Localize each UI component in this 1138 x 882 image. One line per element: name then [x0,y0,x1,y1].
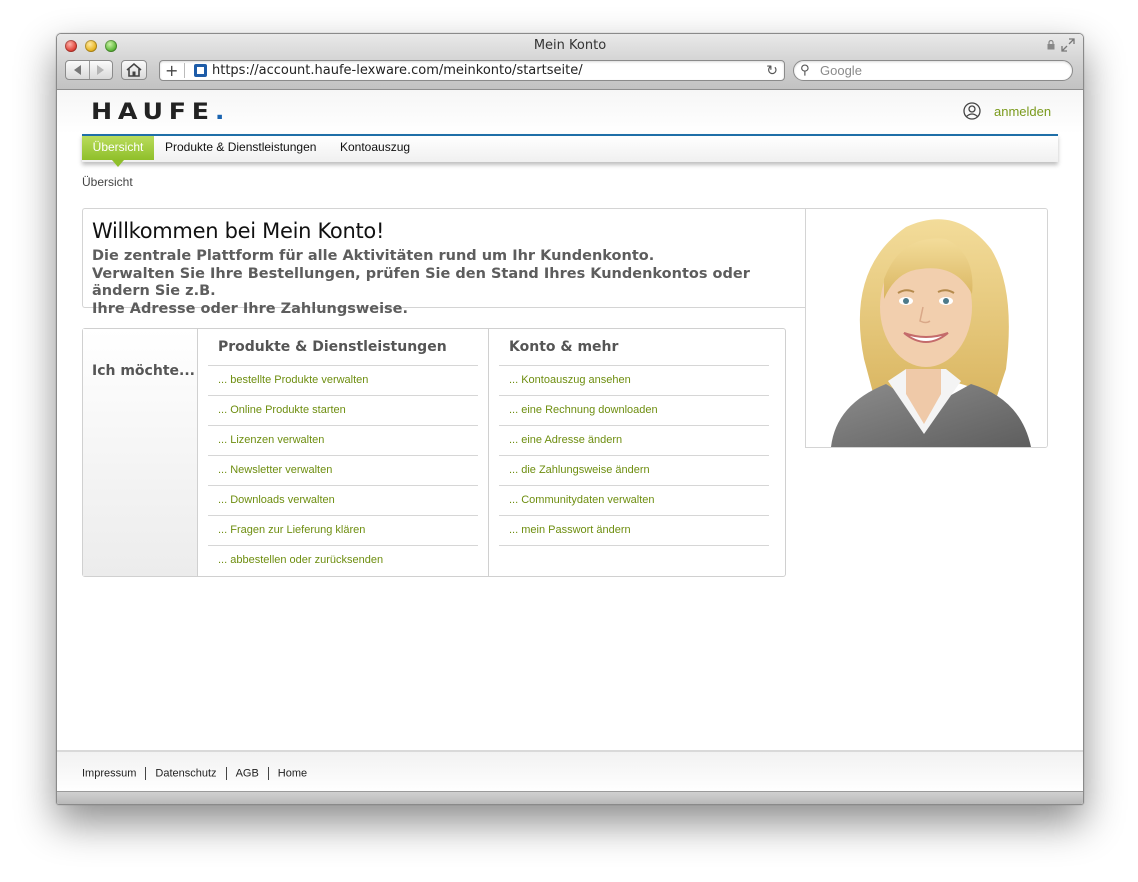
link-manage-licenses[interactable]: ... Lizenzen verwalten [218,434,324,446]
forward-arrow-icon[interactable] [97,65,104,75]
link-cancel-or-return[interactable]: ... abbestellen oder zurücksenden [218,554,383,566]
lock-icon [1047,40,1055,50]
footer-link-home[interactable]: Home [278,767,307,779]
welcome-photo [805,208,1048,448]
title-bar: Mein Konto + https://account.haufe-lexwa… [57,34,1083,90]
actions-panel: Ich möchte... Produkte & Dienstleistunge… [82,328,786,577]
link-manage-newsletter[interactable]: ... Newsletter verwalten [218,464,332,476]
list-item: ... eine Adresse ändern [499,426,769,456]
footer-link-impressum[interactable]: Impressum [82,767,136,779]
footer-link-privacy[interactable]: Datenschutz [155,767,216,779]
browser-status-bar [57,791,1083,804]
haufe-logo[interactable]: HAUFE. [91,100,230,125]
link-download-invoice[interactable]: ... eine Rechnung downloaden [509,404,658,416]
list-item: ... Downloads verwalten [208,486,478,516]
list-item: ... Lizenzen verwalten [208,426,478,456]
window-title: Mein Konto [533,38,607,53]
reload-icon[interactable]: ↻ [766,62,778,80]
list-item: ... bestellte Produkte verwalten [208,366,478,396]
back-arrow-icon[interactable] [74,65,81,75]
list-item: ... eine Rechnung downloaden [499,396,769,426]
link-start-online-products[interactable]: ... Online Produkte starten [218,404,346,416]
site-footer: Impressum Datenschutz AGB Home [57,750,1083,793]
search-icon[interactable]: ⚲ [800,62,810,80]
search-input[interactable] [820,63,1060,78]
web-page: HAUFE. anmelden Übersicht Produkte & Die… [57,90,1083,804]
list-item: ... Online Produkte starten [208,396,478,426]
actions-label: Ich möchte... [92,363,195,379]
link-change-address[interactable]: ... eine Adresse ändern [509,434,622,446]
welcome-box: Willkommen bei Mein Konto! Die zentrale … [82,208,805,317]
footer-link-terms[interactable]: AGB [236,767,259,779]
list-item: ... die Zahlungsweise ändern [499,456,769,486]
tab-overview[interactable]: Übersicht [82,136,154,167]
link-change-payment-method[interactable]: ... die Zahlungsweise ändern [509,464,650,476]
browser-window: Mein Konto + https://account.haufe-lexwa… [56,33,1084,805]
login-link[interactable]: anmelden [994,104,1051,119]
link-manage-downloads[interactable]: ... Downloads verwalten [218,494,335,506]
link-list: ... bestellte Produkte verwalten ... Onl… [208,366,478,575]
main-navigation: Übersicht Produkte & Dienstleistungen Ko… [82,134,1058,167]
link-manage-community-data[interactable]: ... Communitydaten verwalten [509,494,655,506]
user-icon [963,102,981,120]
list-item: ... Communitydaten verwalten [499,486,769,516]
back-forward-buttons [65,60,113,80]
fullscreen-icon[interactable] [1061,38,1075,52]
site-favicon-icon [194,64,207,77]
breadcrumb: Übersicht [82,175,133,189]
products-services-column: Produkte & Dienstleistungen ... bestellt… [198,329,489,576]
add-bookmark-icon[interactable]: + [165,62,178,80]
link-view-statement[interactable]: ... Kontoauszug ansehen [509,374,631,386]
list-item: ... mein Passwort ändern [499,516,769,546]
search-field[interactable]: ⚲ [793,60,1073,81]
link-change-password[interactable]: ... mein Passwort ändern [509,524,631,536]
tab-products-services[interactable]: Produkte & Dienstleistungen [165,136,316,160]
home-icon [126,62,142,77]
list-item: ... Fragen zur Lieferung klären [208,516,478,546]
list-item: ... Kontoauszug ansehen [499,366,769,396]
url-text[interactable]: https://account.haufe-lexware.com/meinko… [212,63,583,79]
link-manage-ordered-products[interactable]: ... bestellte Produkte verwalten [218,374,368,386]
woman-portrait-image [806,209,1047,447]
column-heading: Konto & mehr [509,339,619,355]
tab-account-statement[interactable]: Kontoauszug [340,136,410,160]
list-item: ... abbestellen oder zurücksenden [208,546,478,575]
welcome-title: Willkommen bei Mein Konto! [92,219,385,243]
list-item: ... Newsletter verwalten [208,456,478,486]
account-more-column: Konto & mehr ... Kontoauszug ansehen ...… [489,329,785,576]
link-list: ... Kontoauszug ansehen ... eine Rechnun… [499,366,769,546]
column-heading: Produkte & Dienstleistungen [218,339,447,355]
welcome-description: Die zentrale Plattform für alle Aktivitä… [92,248,750,317]
home-button[interactable] [121,60,147,80]
site-header: HAUFE. anmelden [57,90,1083,134]
link-delivery-questions[interactable]: ... Fragen zur Lieferung klären [218,524,365,536]
address-bar[interactable]: + https://account.haufe-lexware.com/mein… [159,60,785,81]
